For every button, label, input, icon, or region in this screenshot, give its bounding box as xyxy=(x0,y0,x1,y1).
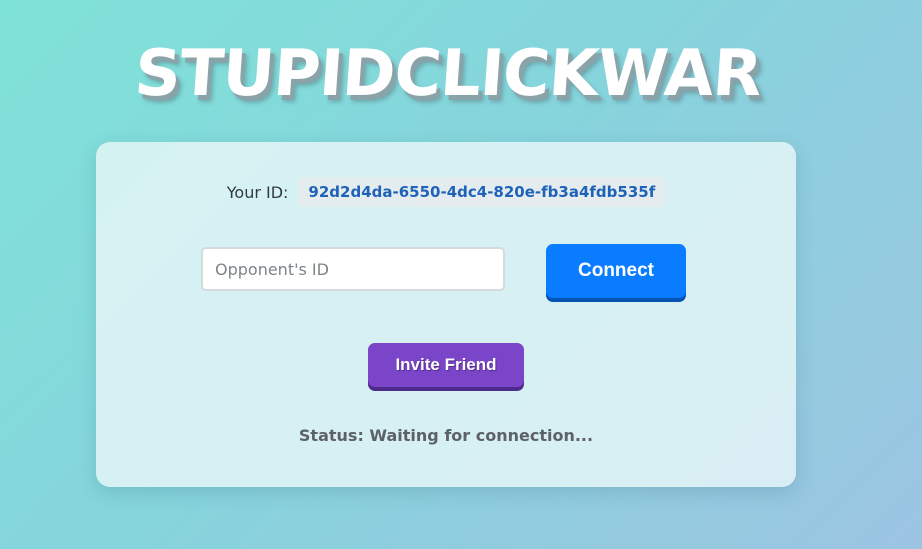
your-id-label: Your ID: xyxy=(226,182,289,202)
your-id-value[interactable]: 92d2d4da-6550-4dc4-820e-fb3a4fdb535f xyxy=(298,177,666,207)
game-title: STUPIDCLICKWAR xyxy=(132,37,764,111)
connection-panel: Your ID: 92d2d4da-6550-4dc4-820e-fb3a4fd… xyxy=(96,142,796,487)
invite-friend-button[interactable]: Invite Friend xyxy=(368,343,524,387)
connect-button[interactable]: Connect xyxy=(546,244,686,298)
your-id-row: Your ID: 92d2d4da-6550-4dc4-820e-fb3a4fd… xyxy=(96,177,796,207)
status-text: Status: Waiting for connection... xyxy=(298,426,594,445)
opponent-id-input[interactable] xyxy=(201,247,505,291)
